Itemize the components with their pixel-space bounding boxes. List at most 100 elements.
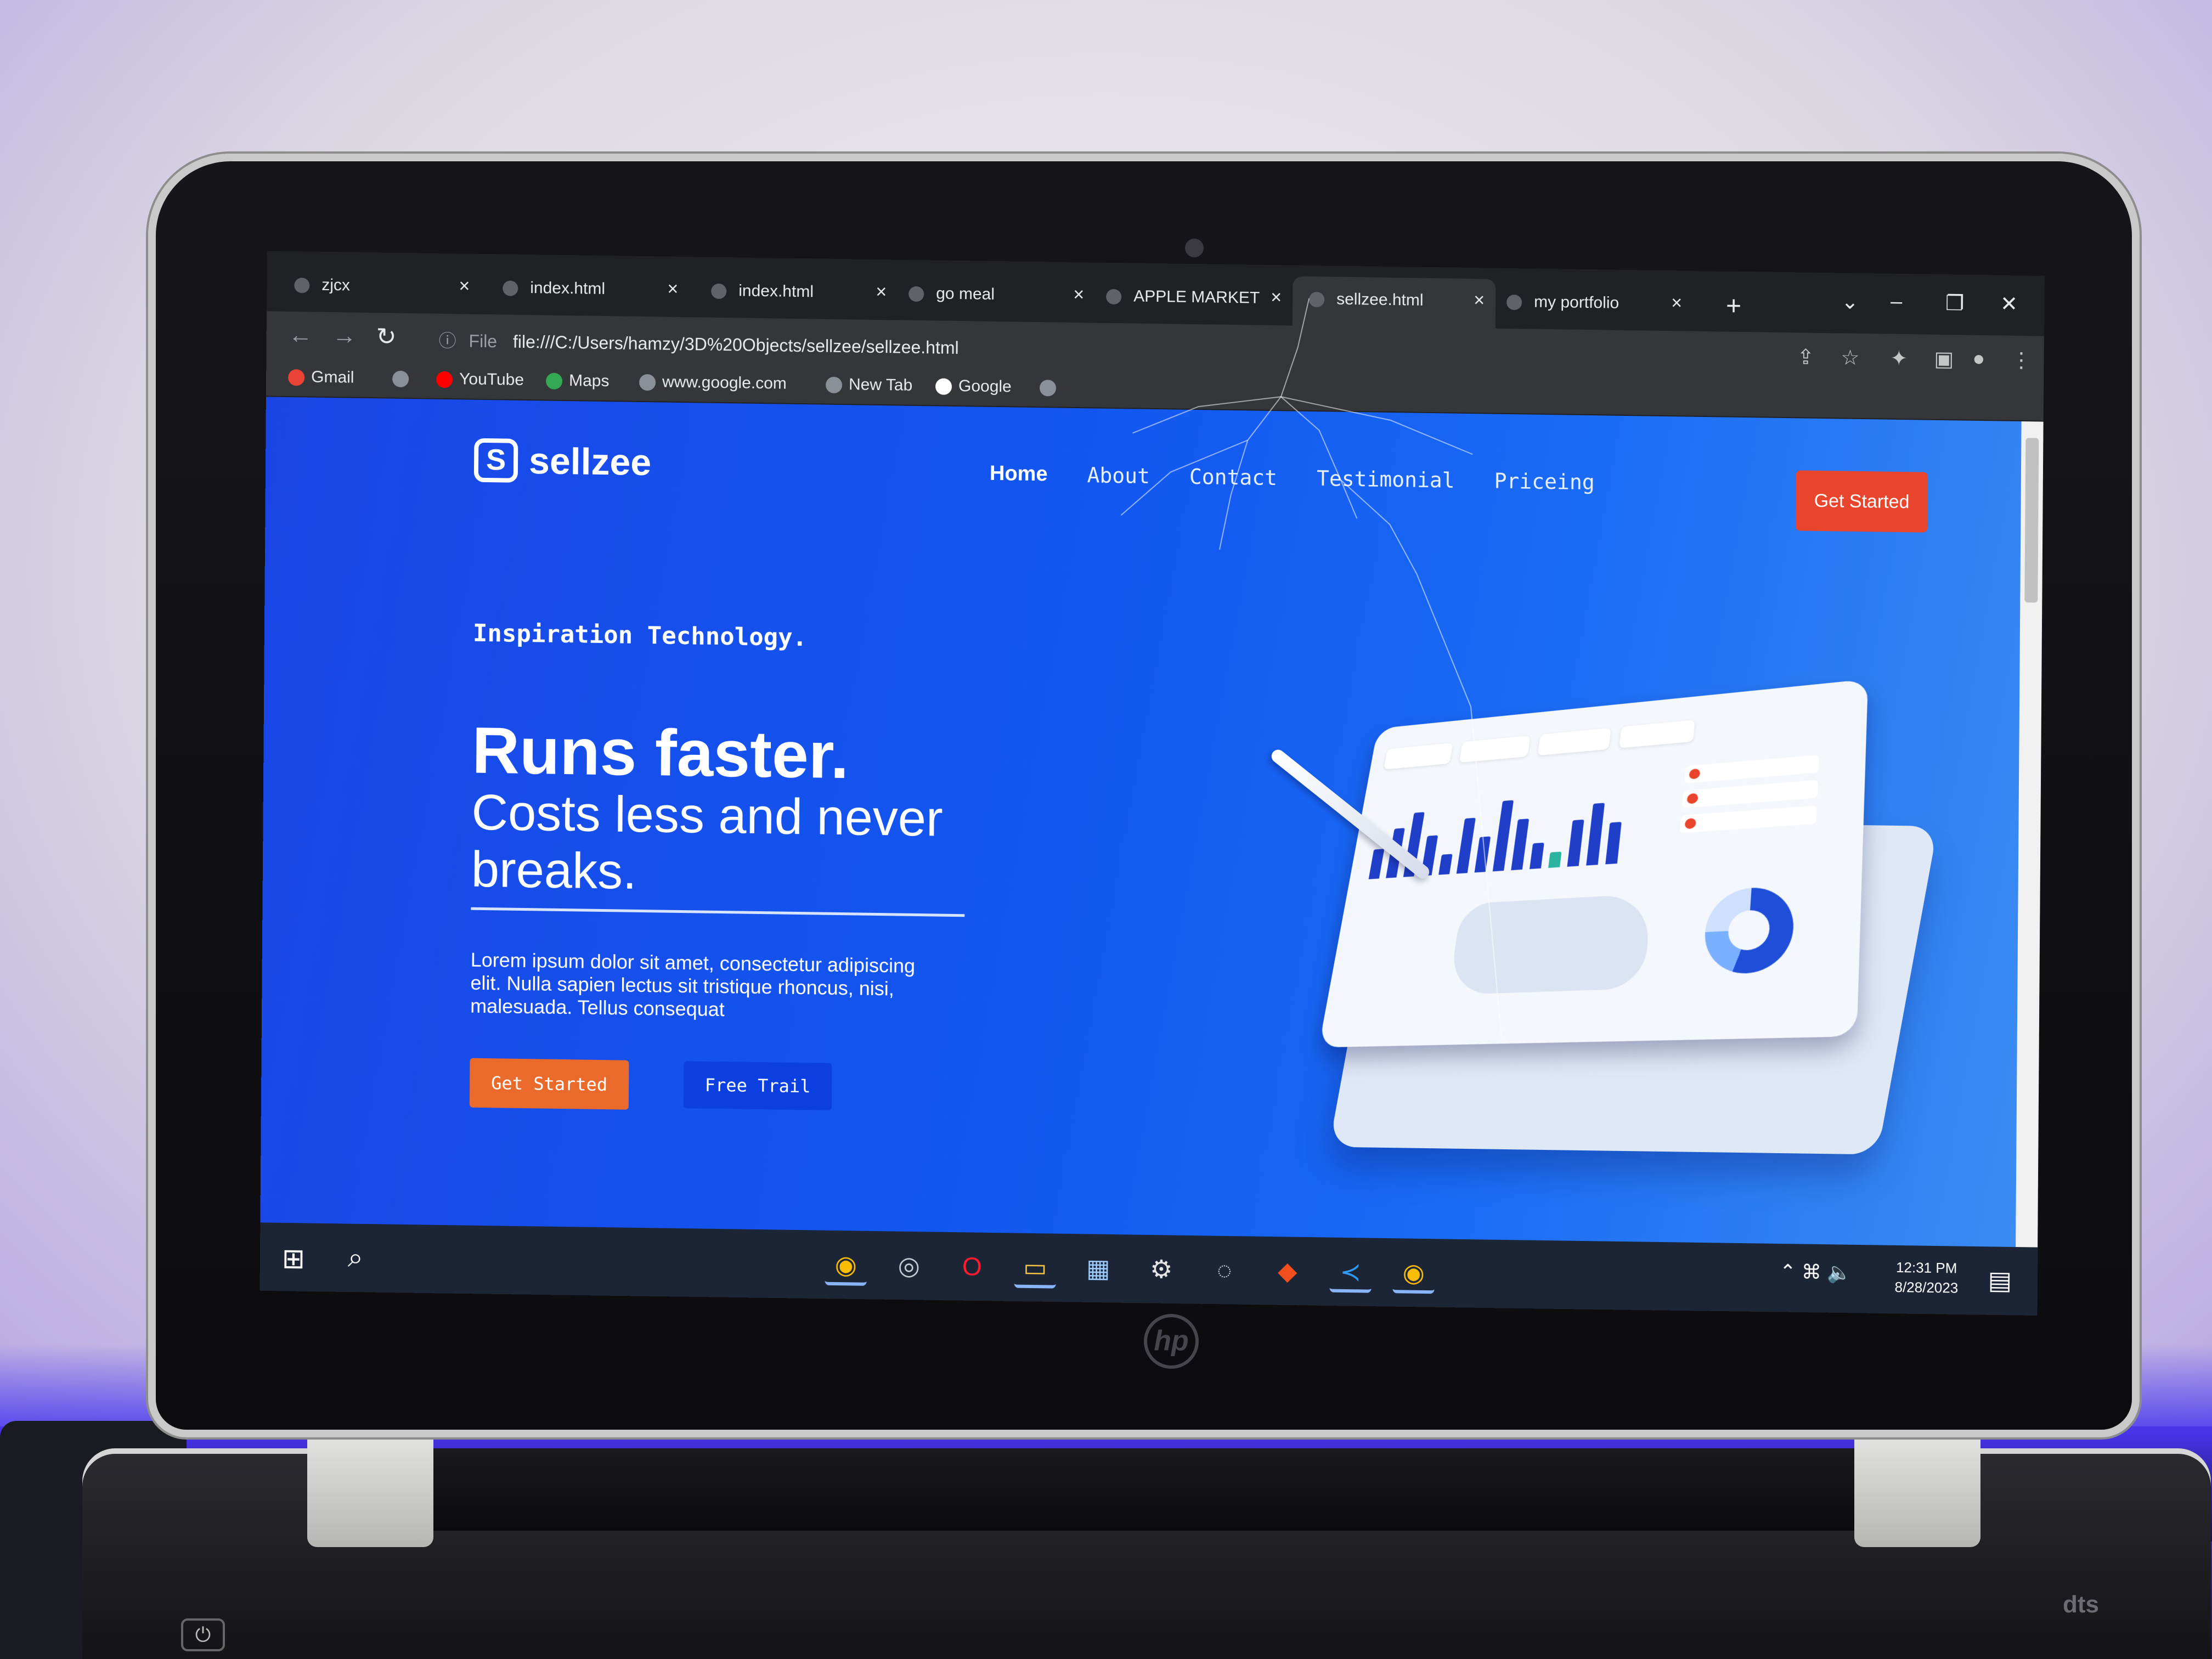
get-started-button[interactable]: Get Started xyxy=(469,1058,629,1110)
free-trail-button[interactable]: Free Trail xyxy=(683,1061,832,1110)
nav-get-started-button[interactable]: Get Started xyxy=(1796,470,1928,533)
bookmark-youtube[interactable]: YouTube xyxy=(436,370,524,390)
tab[interactable]: my portfolio × xyxy=(1490,279,1694,331)
tab-label: APPLE MARKET xyxy=(1133,287,1260,307)
bookmark-blank[interactable] xyxy=(392,369,415,388)
store-icon[interactable]: ▦ xyxy=(1077,1247,1120,1289)
menu-icon[interactable]: ⋮ xyxy=(2011,348,2032,373)
vscode-icon[interactable]: ≺ xyxy=(1329,1250,1372,1293)
reload-icon[interactable]: ↻ xyxy=(376,323,397,351)
globe-icon xyxy=(392,370,409,388)
tab[interactable]: zjcx × xyxy=(278,262,481,314)
clock-date: 8/28/2023 xyxy=(1894,1278,1959,1296)
bookmark-new-tab[interactable]: New Tab xyxy=(825,375,913,395)
stat-card xyxy=(1537,727,1611,756)
site-nav: Home About Contact Testimonial Priceing xyxy=(990,462,1595,494)
tab-close-icon[interactable]: × xyxy=(876,281,887,303)
tab-favicon xyxy=(711,283,727,300)
globe-icon xyxy=(1039,380,1057,397)
tab-label: go meal xyxy=(936,284,995,303)
bookmark-maps[interactable]: Maps xyxy=(546,371,610,391)
bar xyxy=(1548,851,1562,868)
tab-active[interactable]: sellzee.html × xyxy=(1292,276,1496,329)
tab-favicon xyxy=(503,280,518,296)
nav-pricing[interactable]: Priceing xyxy=(1494,469,1594,495)
bookmark-star-icon[interactable]: ☆ xyxy=(1841,345,1859,370)
close-window-icon[interactable]: ✕ xyxy=(2000,292,2018,317)
tab-favicon xyxy=(909,286,924,302)
tab-search-icon[interactable]: ⌄ xyxy=(1841,289,1859,314)
file-explorer-icon[interactable]: ▭ xyxy=(1014,1246,1057,1289)
bookmark-blank[interactable] xyxy=(1039,378,1063,397)
google-icon xyxy=(935,378,952,395)
settings-icon[interactable]: ⚙ xyxy=(1141,1248,1183,1290)
gmail-icon xyxy=(288,369,305,386)
bar xyxy=(1438,854,1453,875)
donut-chart-graphic xyxy=(1702,885,1796,975)
tab[interactable]: APPLE MARKET × xyxy=(1090,273,1293,325)
nav-testimonial[interactable]: Testimonial xyxy=(1317,466,1455,493)
tab[interactable]: index.html × xyxy=(486,265,690,317)
bookmark-label: New Tab xyxy=(848,375,913,394)
side-panel-icon[interactable]: ▣ xyxy=(1934,347,1954,372)
restore-icon[interactable]: ❐ xyxy=(1945,291,1964,315)
maps-icon xyxy=(546,373,563,390)
chrome-icon[interactable]: ◉ xyxy=(825,1243,867,1286)
bookmark-label: YouTube xyxy=(459,370,524,389)
bookmark-google-com[interactable]: www.google.com xyxy=(639,373,787,393)
tab-close-icon[interactable]: × xyxy=(459,275,470,297)
tab-favicon xyxy=(1506,294,1522,311)
url-text[interactable]: file:///C:/Users/hamzy/3D%20Objects/sell… xyxy=(513,332,959,358)
browser-icon[interactable]: ◌ xyxy=(1204,1249,1246,1291)
bookmark-label: Gmail xyxy=(311,368,354,387)
nav-contact[interactable]: Contact xyxy=(1189,465,1277,490)
headline-underline xyxy=(471,907,965,917)
profile-icon[interactable]: ● xyxy=(1972,347,1985,371)
dts-logo: dts xyxy=(2063,1591,2099,1618)
tab-label: sellzee.html xyxy=(1336,290,1424,309)
tab-favicon xyxy=(294,278,310,294)
tab[interactable]: index.html × xyxy=(695,268,898,320)
stat-card xyxy=(1459,735,1531,763)
taskbar-clock[interactable]: 12:31 PM 8/28/2023 xyxy=(1894,1257,1958,1298)
search-icon[interactable]: ⌕ xyxy=(348,1242,363,1274)
bookmark-label: www.google.com xyxy=(662,373,787,393)
hinge-left xyxy=(307,1421,433,1547)
site-logo[interactable]: S sellzee xyxy=(473,438,652,485)
tab-close-icon[interactable]: × xyxy=(1271,287,1282,308)
new-tab-button[interactable]: + xyxy=(1726,291,1741,321)
info-icon[interactable]: ⓘ xyxy=(439,331,456,351)
tab-label: index.html xyxy=(738,281,814,301)
bookmark-label: Maps xyxy=(569,371,610,391)
share-icon[interactable]: ⇪ xyxy=(1797,345,1814,369)
scroll-thumb[interactable] xyxy=(2024,438,2039,603)
nav-about[interactable]: About xyxy=(1087,463,1150,488)
tab[interactable]: go meal × xyxy=(892,270,1096,323)
minimize-icon[interactable]: – xyxy=(1891,290,1902,314)
bar xyxy=(1567,819,1584,867)
system-tray[interactable]: ⌃ ⌘ 🔈 xyxy=(1780,1260,1852,1284)
stat-card xyxy=(1619,719,1695,748)
bar xyxy=(1456,817,1476,874)
extensions-icon[interactable]: ✦ xyxy=(1890,346,1908,371)
bookmark-google[interactable]: Google xyxy=(935,376,1012,396)
tab-close-icon[interactable]: × xyxy=(1671,292,1682,314)
nav-home[interactable]: Home xyxy=(990,462,1048,487)
obs-icon[interactable]: ◎ xyxy=(888,1244,930,1286)
opera-icon[interactable]: O xyxy=(951,1245,994,1288)
bar xyxy=(1474,836,1491,873)
windows-start-icon[interactable]: ⊞ xyxy=(282,1243,305,1275)
tab-close-icon[interactable]: × xyxy=(667,279,678,300)
tab-label: zjcx xyxy=(321,275,351,295)
notification-icon[interactable]: ▤ xyxy=(1988,1265,2012,1295)
tab-label: my portfolio xyxy=(1534,292,1620,312)
tab-close-icon[interactable]: × xyxy=(1073,284,1084,306)
back-icon[interactable]: ← xyxy=(289,321,313,349)
figma-icon[interactable]: ◆ xyxy=(1267,1250,1309,1292)
tab-close-icon[interactable]: × xyxy=(1474,290,1485,311)
forward-icon[interactable]: → xyxy=(332,322,357,350)
bookmark-gmail[interactable]: Gmail xyxy=(288,368,354,387)
webcam xyxy=(1185,239,1204,257)
chrome-icon[interactable]: ◉ xyxy=(1392,1251,1435,1294)
bar xyxy=(1605,822,1622,865)
